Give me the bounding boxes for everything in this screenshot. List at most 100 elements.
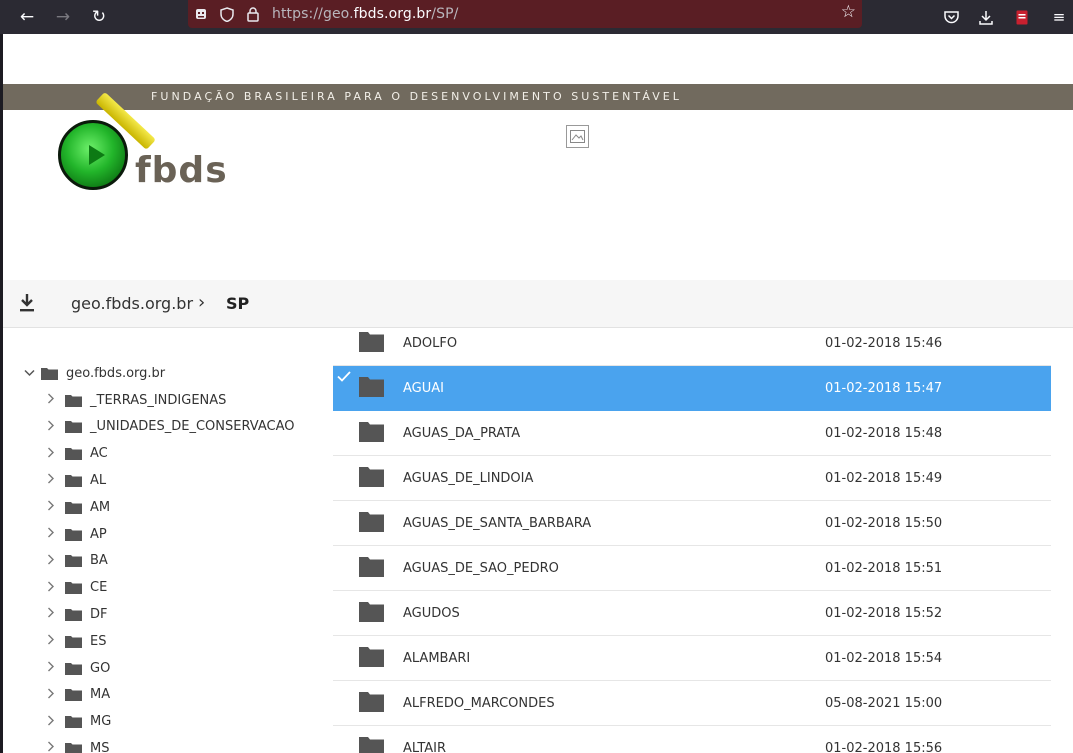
file-date: 01-02-2018 15:54 xyxy=(825,650,943,666)
chevron-right-icon[interactable] xyxy=(43,688,59,702)
tree-label: geo.fbds.org.br xyxy=(66,365,166,381)
tree-item-label: MG xyxy=(90,714,112,730)
folder-icon xyxy=(359,376,384,398)
logo-globe-icon[interactable] xyxy=(58,120,128,190)
file-name: ADOLFO xyxy=(403,335,458,351)
file-name: AGUDOS xyxy=(403,605,460,621)
folder-icon xyxy=(65,635,82,648)
file-name: ALTAIR xyxy=(403,740,447,753)
logo-text[interactable]: fbds xyxy=(135,150,228,191)
breadcrumb-current[interactable]: SP xyxy=(226,294,249,313)
folder-icon xyxy=(65,608,82,621)
chevron-right-icon[interactable] xyxy=(43,420,59,434)
downloads-icon[interactable] xyxy=(972,3,1000,31)
folder-icon xyxy=(359,736,384,753)
file-date: 01-02-2018 15:50 xyxy=(825,515,943,531)
back-arrow-icon[interactable]: ← xyxy=(13,3,41,31)
chevron-right-icon[interactable] xyxy=(43,634,59,648)
folder-icon xyxy=(65,742,82,753)
file-date: 05-08-2021 15:00 xyxy=(825,695,943,711)
tree-item-label: _UNIDADES_DE_CONSERVACAO xyxy=(90,419,295,435)
tree-item-label: GO xyxy=(90,660,111,676)
chevron-right-icon[interactable] xyxy=(43,447,59,461)
chevron-right-icon[interactable] xyxy=(43,715,59,729)
breadcrumb-root[interactable]: geo.fbds.org.br xyxy=(71,294,193,313)
folder-icon xyxy=(65,474,82,487)
folder-icon xyxy=(65,688,82,702)
chevron-right-icon[interactable] xyxy=(43,741,59,753)
url-text[interactable]: https://geo.fbds.org.br/SP/ xyxy=(272,6,458,22)
tree-item[interactable]: MA xyxy=(43,682,110,708)
tree-item[interactable]: CE xyxy=(43,575,107,601)
pocket-icon[interactable] xyxy=(937,3,965,31)
chevron-right-icon[interactable] xyxy=(43,554,59,568)
folder-icon xyxy=(65,581,82,595)
chevron-right-icon[interactable] xyxy=(43,527,59,541)
address-bar[interactable]: https://geo.fbds.org.br/SP/ ☆ xyxy=(188,0,862,28)
chevron-right-icon[interactable] xyxy=(43,500,59,514)
file-row[interactable]: AGUAS_DE_LINDOIA 01-02-2018 15:49 xyxy=(333,456,1051,501)
file-date: 01-02-2018 15:48 xyxy=(825,425,943,441)
folder-icon xyxy=(65,501,82,514)
tree-root[interactable]: geo.fbds.org.br xyxy=(21,360,165,386)
forward-arrow-icon[interactable]: → xyxy=(49,3,77,31)
breadcrumb: geo.fbds.org.br › SP xyxy=(3,280,1073,328)
folder-icon xyxy=(359,421,384,443)
folder-icon xyxy=(65,420,82,434)
folder-icon xyxy=(359,466,384,488)
file-date: 01-02-2018 15:56 xyxy=(825,740,943,753)
file-row[interactable]: ALFREDO_MARCONDES 05-08-2021 15:00 xyxy=(333,681,1051,726)
file-row[interactable]: ALAMBARI 01-02-2018 15:54 xyxy=(333,636,1051,681)
chevron-right-icon[interactable] xyxy=(43,473,59,487)
file-name: AGUAS_DE_SAO_PEDRO xyxy=(403,560,559,576)
chevron-right-icon[interactable] xyxy=(43,607,59,621)
file-row[interactable]: AGUAS_DE_SAO_PEDRO 01-02-2018 15:51 xyxy=(333,546,1051,591)
folder-icon xyxy=(359,691,384,713)
tree-item[interactable]: DF xyxy=(43,601,108,627)
tree-item-label: MA xyxy=(90,687,111,703)
tree-item[interactable]: GO xyxy=(43,655,110,681)
bookmark-star-icon[interactable]: ☆ xyxy=(841,2,856,22)
download-icon[interactable] xyxy=(17,292,39,316)
menu-hamburger-icon[interactable]: ≡ xyxy=(1045,3,1073,31)
tree-item[interactable]: AC xyxy=(43,441,108,467)
lock-icon[interactable] xyxy=(240,0,266,28)
folder-icon xyxy=(65,528,82,541)
tracking-icon[interactable] xyxy=(188,0,214,28)
tree-item[interactable]: AM xyxy=(43,494,110,520)
folder-icon xyxy=(65,554,82,568)
reload-icon[interactable]: ↻ xyxy=(85,3,113,31)
tree-item[interactable]: AP xyxy=(43,521,107,547)
file-date: 01-02-2018 15:47 xyxy=(825,380,943,396)
tree-item[interactable]: AL xyxy=(43,467,106,493)
folder-tree: geo.fbds.org.br _TERRAS_INDIGENAS _UNIDAD… xyxy=(3,329,328,753)
tree-item[interactable]: ES xyxy=(43,628,106,654)
file-row[interactable]: AGUAS_DA_PRATA 01-02-2018 15:48 xyxy=(333,411,1051,456)
banner-text: FUNDAÇÃO BRASILEIRA PARA O DESENVOLVIMEN… xyxy=(151,90,682,103)
folder-icon xyxy=(359,331,384,353)
tree-item[interactable]: MG xyxy=(43,709,111,735)
tree-item-label: CE xyxy=(90,580,108,596)
folder-icon xyxy=(65,394,82,407)
file-name: AGUAI xyxy=(403,380,444,396)
chevron-down-icon[interactable] xyxy=(21,366,37,380)
file-name: AGUAS_DE_LINDOIA xyxy=(403,470,534,486)
shield-icon[interactable] xyxy=(214,0,240,28)
file-row[interactable]: AGUAS_DE_SANTA_BARBARA 01-02-2018 15:50 xyxy=(333,501,1051,546)
chevron-right-icon[interactable] xyxy=(43,661,59,675)
file-date: 01-02-2018 15:46 xyxy=(825,335,943,351)
folder-icon xyxy=(65,715,82,729)
file-row[interactable]: ALTAIR 01-02-2018 15:56 xyxy=(333,726,1051,753)
file-row[interactable]: AGUDOS 01-02-2018 15:52 xyxy=(333,591,1051,636)
file-name: AGUAS_DE_SANTA_BARBARA xyxy=(403,515,592,531)
file-row[interactable]: AGUAI 01-02-2018 15:47 xyxy=(333,366,1051,411)
chevron-right-icon[interactable] xyxy=(43,581,59,595)
tree-item[interactable]: BA xyxy=(43,548,108,574)
tree-item[interactable]: MS xyxy=(43,735,109,753)
file-date: 01-02-2018 15:49 xyxy=(825,470,943,486)
file-row[interactable]: ADOLFO 01-02-2018 15:46 xyxy=(333,329,1051,366)
pdf-extension-icon[interactable] xyxy=(1008,3,1036,31)
chevron-right-icon[interactable] xyxy=(43,393,59,407)
tree-item[interactable]: _TERRAS_INDIGENAS xyxy=(43,387,226,413)
tree-item[interactable]: _UNIDADES_DE_CONSERVACAO xyxy=(43,414,294,440)
